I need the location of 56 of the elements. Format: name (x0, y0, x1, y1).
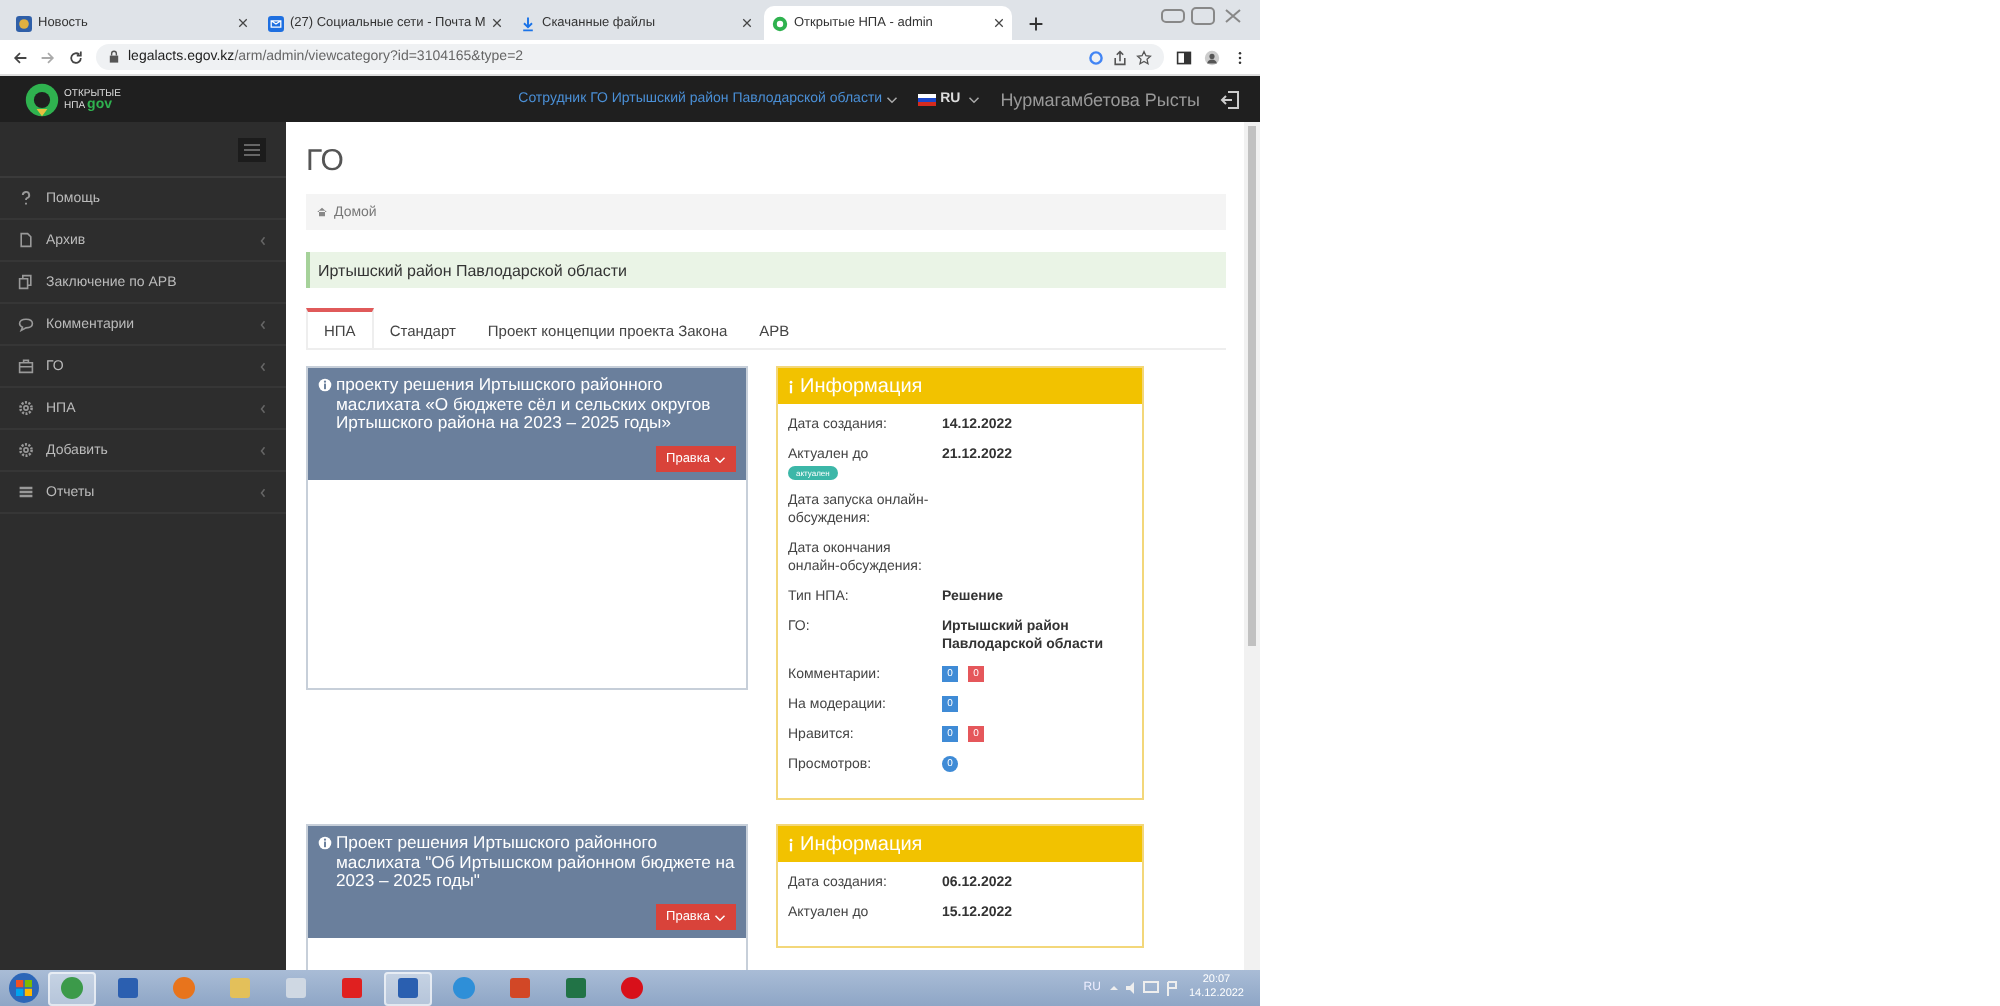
close-icon[interactable] (491, 18, 502, 28)
file-icon (18, 232, 34, 248)
question-mark-icon (18, 190, 34, 206)
download-icon (520, 15, 536, 31)
chevron-icon (260, 445, 266, 455)
start-icon[interactable] (8, 972, 40, 1004)
flag-icon (918, 93, 937, 105)
new-tab-icon[interactable] (1028, 16, 1044, 32)
user-name[interactable]: Нурмагамбетова Рысты (1000, 89, 1200, 109)
chevron-icon (260, 361, 266, 371)
card-title: проекту решения Иртышского районного маслихата «О бюджете сёл и сельских округов Иртышского района на 2023 – 2025 годы» (336, 376, 713, 433)
close-icon[interactable] (238, 18, 248, 28)
info-icon (788, 837, 794, 851)
globe-icon (16, 15, 32, 31)
logo-icon (772, 15, 788, 31)
chevron-icon (260, 487, 266, 497)
close-icon[interactable] (994, 18, 1004, 28)
chevron-icon (260, 235, 266, 245)
taskbar-app[interactable] (384, 971, 432, 1005)
chevron-icon (260, 319, 266, 329)
page-title: ГО (306, 144, 346, 178)
info-panel-title: Информация (800, 375, 923, 397)
tray-icons-drawing[interactable] (1108, 980, 1181, 996)
side-panel-icon[interactable] (1176, 49, 1192, 65)
home-icon (316, 206, 328, 218)
region-alert: Иртышский район Павлодарской области (306, 252, 1226, 288)
caret-icon (714, 455, 726, 463)
taskbar-app[interactable] (48, 971, 96, 1005)
reload-icon[interactable] (68, 49, 84, 65)
profile-icon[interactable] (1204, 49, 1220, 65)
back-icon[interactable] (12, 49, 28, 65)
comment-icon (18, 316, 34, 332)
close-icon[interactable] (742, 18, 752, 28)
gear-icon (18, 400, 34, 416)
briefcase-icon (18, 358, 34, 374)
info-icon (318, 836, 332, 850)
share-icon[interactable] (1112, 49, 1128, 65)
scrollbar-thumb[interactable] (1248, 126, 1256, 646)
caret-icon (886, 95, 899, 103)
logo-icon (24, 81, 60, 117)
chevron-icon (260, 403, 266, 413)
lock-icon (108, 50, 120, 64)
card-title: Проект решения Иртышского районного маслихата "Об Иртышском районном бюджете на 2023 – 2025 годы" (336, 834, 736, 891)
info-panel-title: Информация (800, 833, 923, 855)
star-icon[interactable] (1136, 49, 1152, 65)
copy-icon (18, 274, 34, 290)
info-icon (318, 378, 332, 392)
menu-toggle-icon[interactable] (238, 137, 266, 161)
info-icon (788, 379, 794, 393)
gear-icon (18, 442, 34, 458)
forward-icon[interactable] (40, 49, 56, 65)
mail-icon (268, 15, 284, 31)
caret-icon (968, 95, 981, 103)
logout-icon[interactable] (1220, 89, 1240, 109)
list-icon (18, 484, 34, 500)
caret-icon (714, 913, 726, 921)
